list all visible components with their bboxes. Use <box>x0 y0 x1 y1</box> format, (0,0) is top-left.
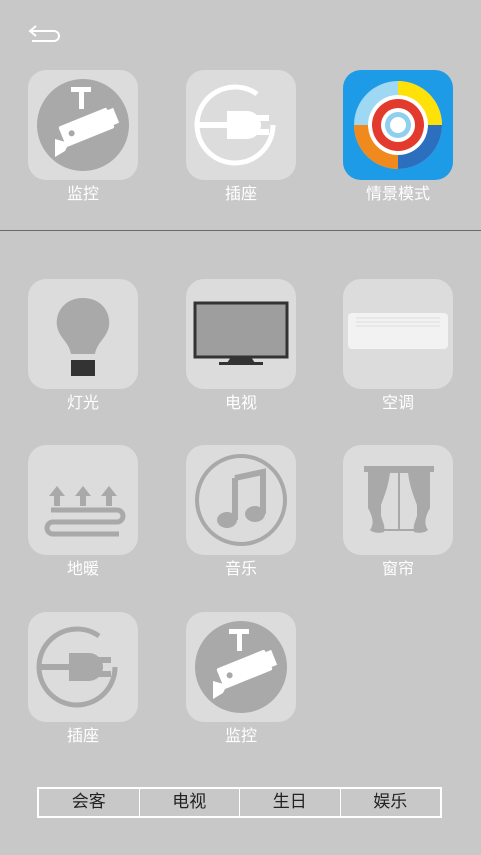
device-label-tv: 电视 <box>224 393 257 412</box>
device-tile-camera[interactable] <box>186 612 296 722</box>
device-label-curtain: 窗帘 <box>381 559 414 578</box>
section-divider <box>0 230 481 231</box>
device-tile-air-conditioner[interactable] <box>343 279 453 389</box>
curtain-icon <box>364 466 434 533</box>
scene-button-reception[interactable]: 会客 <box>39 789 139 816</box>
music-note-icon <box>195 454 287 546</box>
device-tile-plug-top[interactable] <box>186 70 296 180</box>
device-label-camera: 监控 <box>224 726 257 745</box>
camera-icon <box>37 79 129 171</box>
device-tile-music[interactable] <box>186 445 296 555</box>
device-tile-light[interactable] <box>28 279 138 389</box>
plug-icon <box>194 84 276 166</box>
device-tile-tv[interactable] <box>186 279 296 389</box>
scene-button-birthday[interactable]: 生日 <box>239 789 340 816</box>
device-tile-scene-mode[interactable] <box>343 70 453 180</box>
tv-icon <box>193 301 289 365</box>
scene-button-tv[interactable]: 电视 <box>138 789 240 816</box>
camera-icon <box>195 621 287 713</box>
air-conditioner-icon <box>348 313 448 349</box>
device-label-floor-heating: 地暖 <box>66 559 99 578</box>
device-tile-camera-top[interactable] <box>28 70 138 180</box>
scene-button-entertainment[interactable]: 娱乐 <box>339 789 441 816</box>
device-tile-plug[interactable] <box>28 612 138 722</box>
device-tile-curtain[interactable] <box>343 445 453 555</box>
device-label-light: 灯光 <box>66 393 99 412</box>
scene-mode-icon <box>354 81 442 169</box>
bulb-icon <box>56 298 110 376</box>
back-button[interactable] <box>24 20 64 48</box>
device-label-music: 音乐 <box>224 559 257 578</box>
plug-icon <box>36 626 118 708</box>
scene-selector: 会客 电视 生日 娱乐 <box>37 787 442 818</box>
device-tile-floor-heating[interactable] <box>28 445 138 555</box>
floor-heating-icon <box>44 486 126 537</box>
device-label-plug: 插座 <box>66 726 99 745</box>
device-label-camera-top: 监控 <box>66 184 99 203</box>
device-label-scene-mode: 情景模式 <box>365 184 430 203</box>
device-label-air-conditioner: 空调 <box>381 393 414 412</box>
device-label-plug-top: 插座 <box>224 184 257 203</box>
back-arrow-icon <box>28 25 60 42</box>
